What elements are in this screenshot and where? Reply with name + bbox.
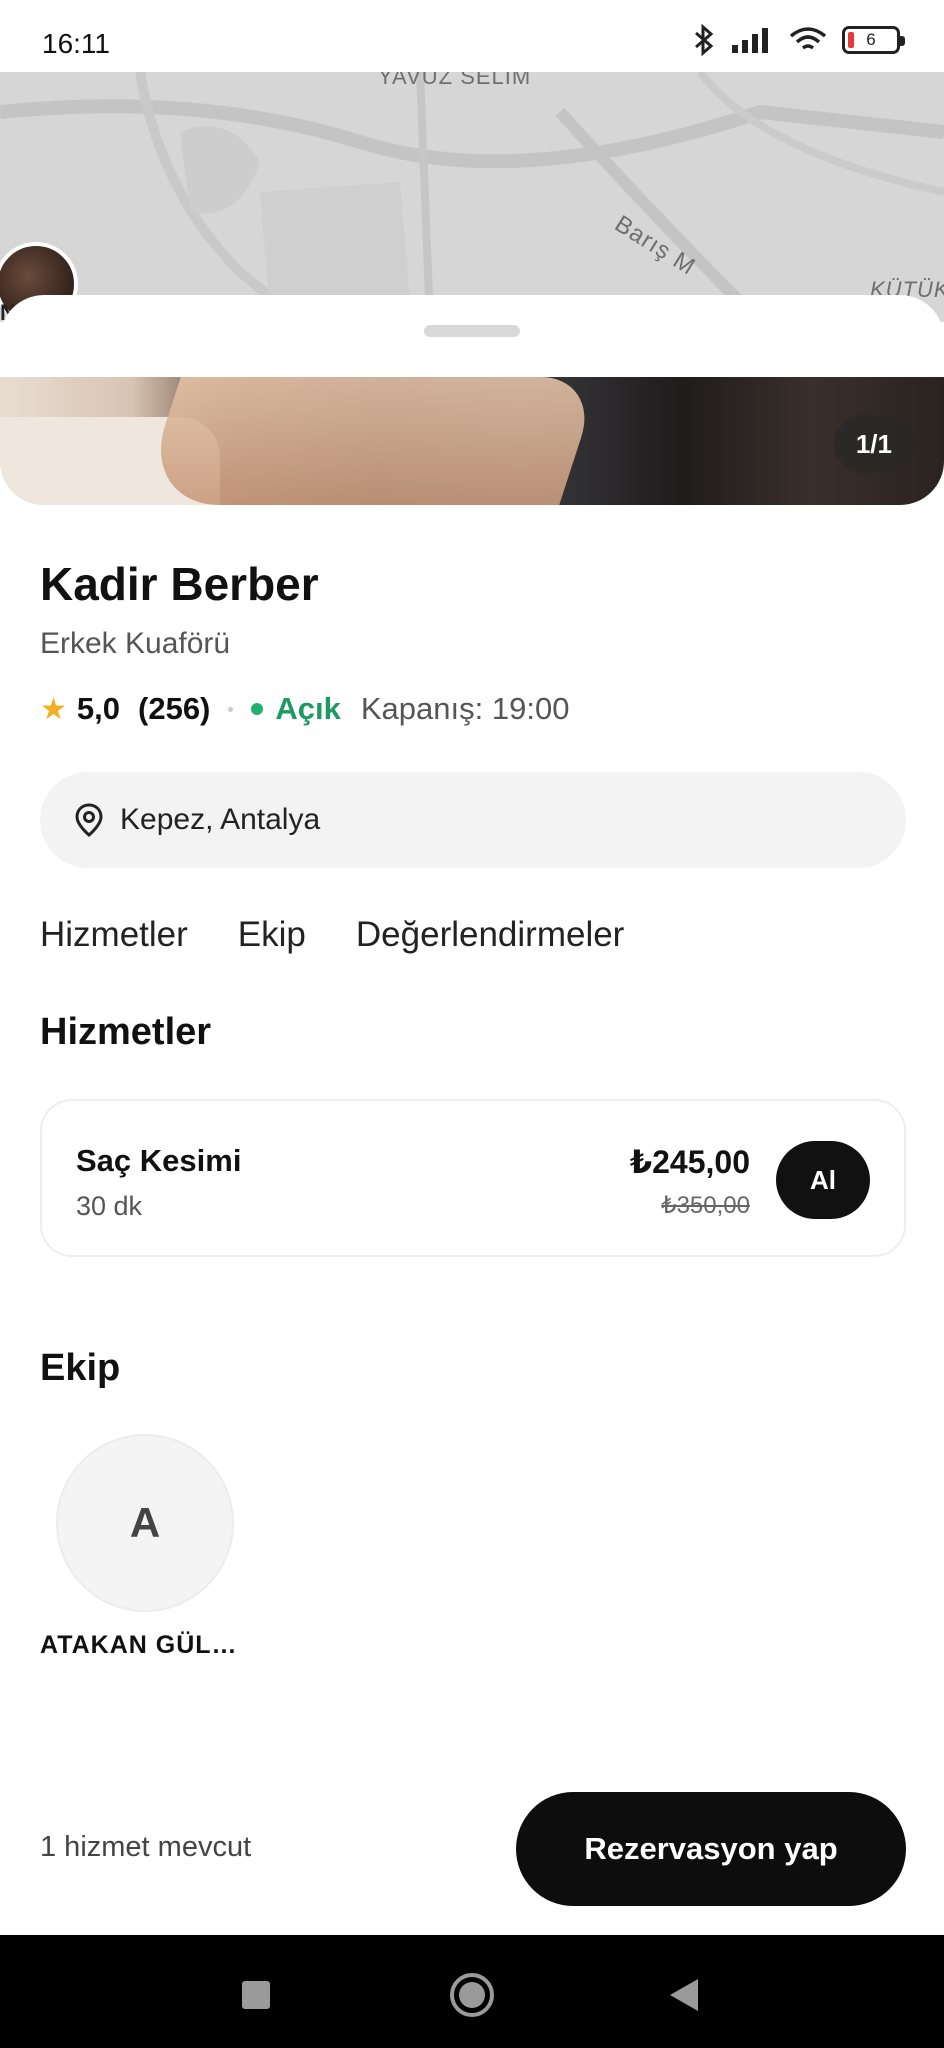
open-status-dot — [251, 703, 264, 715]
service-old-price: ₺350,00 — [661, 1192, 750, 1219]
sheet-handle[interactable] — [424, 325, 520, 337]
bluetooth-icon — [695, 24, 714, 56]
system-nav-bar — [0, 1935, 944, 2048]
map-view[interactable]: YAVUZ SELIM Barış M KÜTÜK — [0, 72, 944, 322]
tab-degerlendirmeler[interactable]: Değerlendirmeler — [356, 915, 624, 955]
business-name: Kadir Berber — [40, 558, 319, 610]
status-icons: 6 — [692, 24, 905, 56]
back-icon[interactable] — [670, 1979, 698, 2011]
recents-icon[interactable] — [242, 1981, 270, 2009]
battery-level: 6 — [866, 30, 876, 49]
tab-ekip[interactable]: Ekip — [238, 915, 306, 955]
wifi-icon — [789, 27, 827, 50]
available-services-count: 1 hizmet mevcut — [40, 1831, 252, 1863]
staff-avatar[interactable]: A — [56, 1434, 234, 1612]
team-title: Ekip — [40, 1347, 121, 1389]
map-street-label-top: YAVUZ SELIM — [378, 72, 532, 89]
rating-value: 5,0 — [76, 691, 121, 726]
reserve-button[interactable]: Rezervasyon yap — [516, 1792, 906, 1906]
review-count: (256) — [138, 691, 211, 726]
tab-hizmetler[interactable]: Hizmetler — [40, 915, 188, 955]
service-duration: 30 dk — [76, 1191, 143, 1221]
home-icon[interactable] — [450, 1973, 494, 2017]
location-text: Kepez, Antalya — [120, 803, 321, 836]
service-card[interactable]: Saç Kesimi 30 dk ₺245,00 ₺350,00 Al — [40, 1099, 906, 1257]
services-title: Hizmetler — [40, 1011, 212, 1053]
bottom-action-bar: 1 hizmet mevcut Rezervasyon yap — [0, 1776, 944, 1936]
business-category: Erkek Kuaförü — [40, 627, 231, 660]
battery-icon: 6 — [842, 26, 905, 54]
signal-icon — [732, 28, 768, 53]
business-photo[interactable]: 1/1 — [0, 377, 944, 505]
service-name: Saç Kesimi — [76, 1143, 242, 1178]
separator-dot — [228, 706, 234, 712]
business-sheet: 1/1 Kadir Berber Erkek Kuaförü ★ 5,0 (25… — [0, 295, 944, 1935]
section-tabs: Hizmetler Ekip Değerlendirmeler — [40, 915, 624, 955]
service-price: ₺245,00 — [629, 1144, 750, 1180]
star-icon: ★ — [40, 692, 67, 726]
location-pill[interactable]: Kepez, Antalya — [40, 772, 906, 868]
status-time: 16:11 — [42, 28, 110, 59]
location-pin-icon — [75, 803, 103, 837]
closing-time: Kapanış: 19:00 — [360, 691, 570, 726]
rating-row: ★ 5,0 (256) Açık Kapanış: 19:00 — [40, 691, 569, 727]
open-status: Açık — [275, 691, 341, 726]
status-bar: 16:11 6 — [0, 0, 944, 72]
staff-name: ATAKAN GÜL… — [40, 1631, 238, 1659]
add-service-button[interactable]: Al — [776, 1141, 870, 1219]
photo-counter: 1/1 — [833, 415, 914, 473]
map-streets — [0, 72, 944, 322]
